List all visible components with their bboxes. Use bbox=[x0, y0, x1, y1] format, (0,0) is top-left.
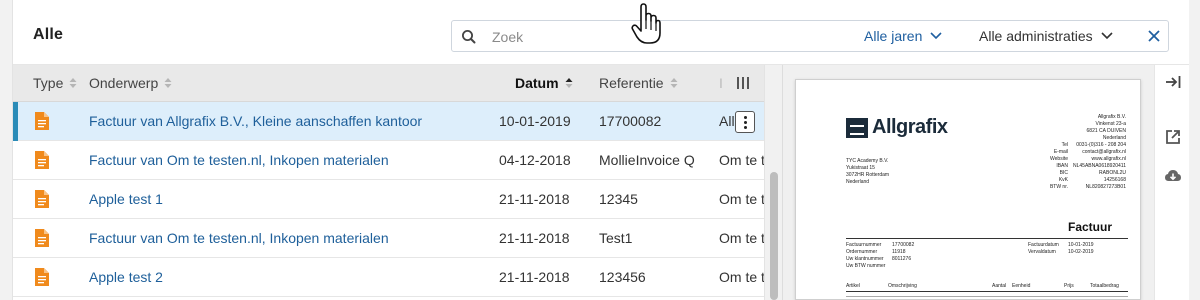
row-subject: Apple test 1 bbox=[89, 191, 163, 207]
table-row[interactable]: Factuur van Allgrafix B.V., Kleine aansc… bbox=[13, 102, 764, 141]
invoice-meta-labels: Factuurnummer Ordernummer Uw klantnummer… bbox=[846, 242, 886, 269]
selection-indicator bbox=[13, 102, 18, 141]
row-reference: MollieInvoice Q bbox=[599, 152, 695, 168]
invoice-title: Factuur bbox=[1068, 220, 1113, 234]
table-header: Type Onderwerp Datum Referentie I bbox=[13, 65, 764, 102]
line-header-article: Artikel bbox=[846, 283, 860, 289]
line-header-price: Prijs bbox=[1064, 283, 1074, 289]
row-reference: Test1 bbox=[599, 230, 633, 246]
table-row[interactable]: Apple test 2 21-11-2018 123456 Om te t bbox=[13, 258, 764, 297]
row-extra: Om te t bbox=[719, 191, 764, 207]
document-icon bbox=[35, 229, 49, 247]
administration-filter-label: Alle administraties bbox=[979, 28, 1093, 44]
table-scrollbar[interactable] bbox=[764, 65, 782, 300]
row-date: 21-11-2018 bbox=[499, 230, 570, 246]
row-date: 10-01-2019 bbox=[499, 113, 571, 129]
invoice-date-labels: Factuurdatum Vervaldatum bbox=[1028, 242, 1059, 255]
sort-icon bbox=[69, 78, 77, 88]
line-header-description: Omschrijving bbox=[888, 283, 917, 289]
row-extra: Om te t bbox=[719, 269, 764, 285]
row-reference: 123456 bbox=[599, 269, 646, 285]
invoice-preview[interactable]: Allgrafix Allgrafix B.V. Vinkenst 23-a 6… bbox=[795, 79, 1141, 300]
recipient-address: TYC Academy B.V. Yukistraat 15 3072HR Ro… bbox=[846, 158, 890, 185]
logo-text: Allgrafix bbox=[872, 116, 948, 138]
row-extra: Om te t bbox=[719, 230, 764, 246]
line-header-total: Totaalbedrag bbox=[1090, 283, 1119, 289]
preview-actions bbox=[1154, 65, 1189, 300]
row-reference: 12345 bbox=[599, 191, 638, 207]
document-icon bbox=[35, 151, 49, 169]
table-row[interactable]: Apple test 1 21-11-2018 12345 Om te t bbox=[13, 180, 764, 219]
row-subject: Apple test 2 bbox=[89, 269, 163, 285]
open-external-icon[interactable] bbox=[1164, 128, 1182, 146]
contact-labels: Tel E-mail Website IBAN BIC KvK BTW nr. bbox=[1049, 142, 1068, 190]
divider bbox=[846, 291, 1128, 292]
sort-ascending-icon bbox=[565, 78, 573, 88]
line-header-quantity: Aantal bbox=[992, 283, 1007, 289]
row-actions-button[interactable] bbox=[735, 111, 755, 133]
row-date: 21-11-2018 bbox=[499, 269, 570, 285]
row-subject: Factuur van Om te testen.nl, Inkopen mat… bbox=[89, 230, 389, 246]
app-frame: Alle Alle jaren Alle administraties bbox=[12, 0, 1189, 300]
line-item-row bbox=[846, 296, 1128, 297]
invoice-meta-values: 17700082 11918 8011276 bbox=[892, 242, 915, 262]
document-icon bbox=[35, 112, 49, 130]
sender-address: Allgrafix B.V. Vinkenst 23-a 6821 CA DUI… bbox=[1086, 114, 1126, 141]
row-reference: 17700082 bbox=[599, 113, 662, 129]
row-date: 21-11-2018 bbox=[499, 191, 570, 207]
administration-filter-dropdown[interactable]: Alle administraties bbox=[979, 28, 1113, 44]
row-subject: Factuur van Allgrafix B.V., Kleine aansc… bbox=[89, 113, 423, 129]
company-logo: Allgrafix bbox=[846, 116, 948, 139]
scrollbar-thumb[interactable] bbox=[770, 172, 778, 300]
row-extra: Om te t bbox=[719, 152, 764, 168]
search-bar: Alle jaren Alle administraties bbox=[451, 20, 1169, 52]
cloud-download-icon[interactable] bbox=[1164, 167, 1182, 185]
column-header-date[interactable]: Datum bbox=[515, 75, 573, 91]
year-filter-label: Alle jaren bbox=[864, 28, 923, 44]
column-header-extra[interactable]: I bbox=[719, 75, 723, 91]
collapse-panel-icon[interactable] bbox=[1164, 73, 1182, 91]
row-subject: Factuur van Om te testen.nl, Inkopen mat… bbox=[89, 152, 389, 168]
year-filter-dropdown[interactable]: Alle jaren bbox=[864, 28, 942, 44]
search-icon bbox=[462, 30, 476, 44]
column-header-subject[interactable]: Onderwerp bbox=[89, 75, 172, 91]
logo-mark-icon bbox=[846, 117, 868, 138]
page-title: Alle bbox=[33, 26, 64, 43]
chevron-down-icon bbox=[1101, 32, 1113, 40]
table-row[interactable]: Factuur van Om te testen.nl, Inkopen mat… bbox=[13, 219, 764, 258]
hand-cursor-icon bbox=[631, 3, 661, 44]
line-header-unit: Eenheid bbox=[1012, 283, 1031, 289]
sort-icon bbox=[670, 78, 678, 88]
row-date: 04-12-2018 bbox=[499, 152, 571, 168]
columns-icon[interactable] bbox=[737, 77, 749, 89]
divider bbox=[846, 238, 1128, 239]
document-preview-panel: Allgrafix Allgrafix B.V. Vinkenst 23-a 6… bbox=[782, 65, 1154, 300]
column-header-type[interactable]: Type bbox=[33, 75, 77, 91]
header: Alle Alle jaren Alle administraties bbox=[13, 0, 1189, 65]
column-header-reference[interactable]: Referentie bbox=[599, 75, 678, 91]
invoice-date-values: 10-01-2019 10-02-2019 bbox=[1068, 242, 1094, 255]
clear-filters-button[interactable] bbox=[1146, 28, 1162, 44]
sort-icon bbox=[164, 78, 172, 88]
contact-values: 0031-(0)316 - 208 204 contact@allgrafix.… bbox=[1072, 142, 1126, 190]
chevron-down-icon bbox=[930, 32, 942, 40]
table-row[interactable]: Factuur van Om te testen.nl, Inkopen mat… bbox=[13, 141, 764, 180]
documents-table: Type Onderwerp Datum Referentie I Factuu… bbox=[13, 65, 764, 300]
document-icon bbox=[35, 190, 49, 208]
document-icon bbox=[35, 268, 49, 286]
